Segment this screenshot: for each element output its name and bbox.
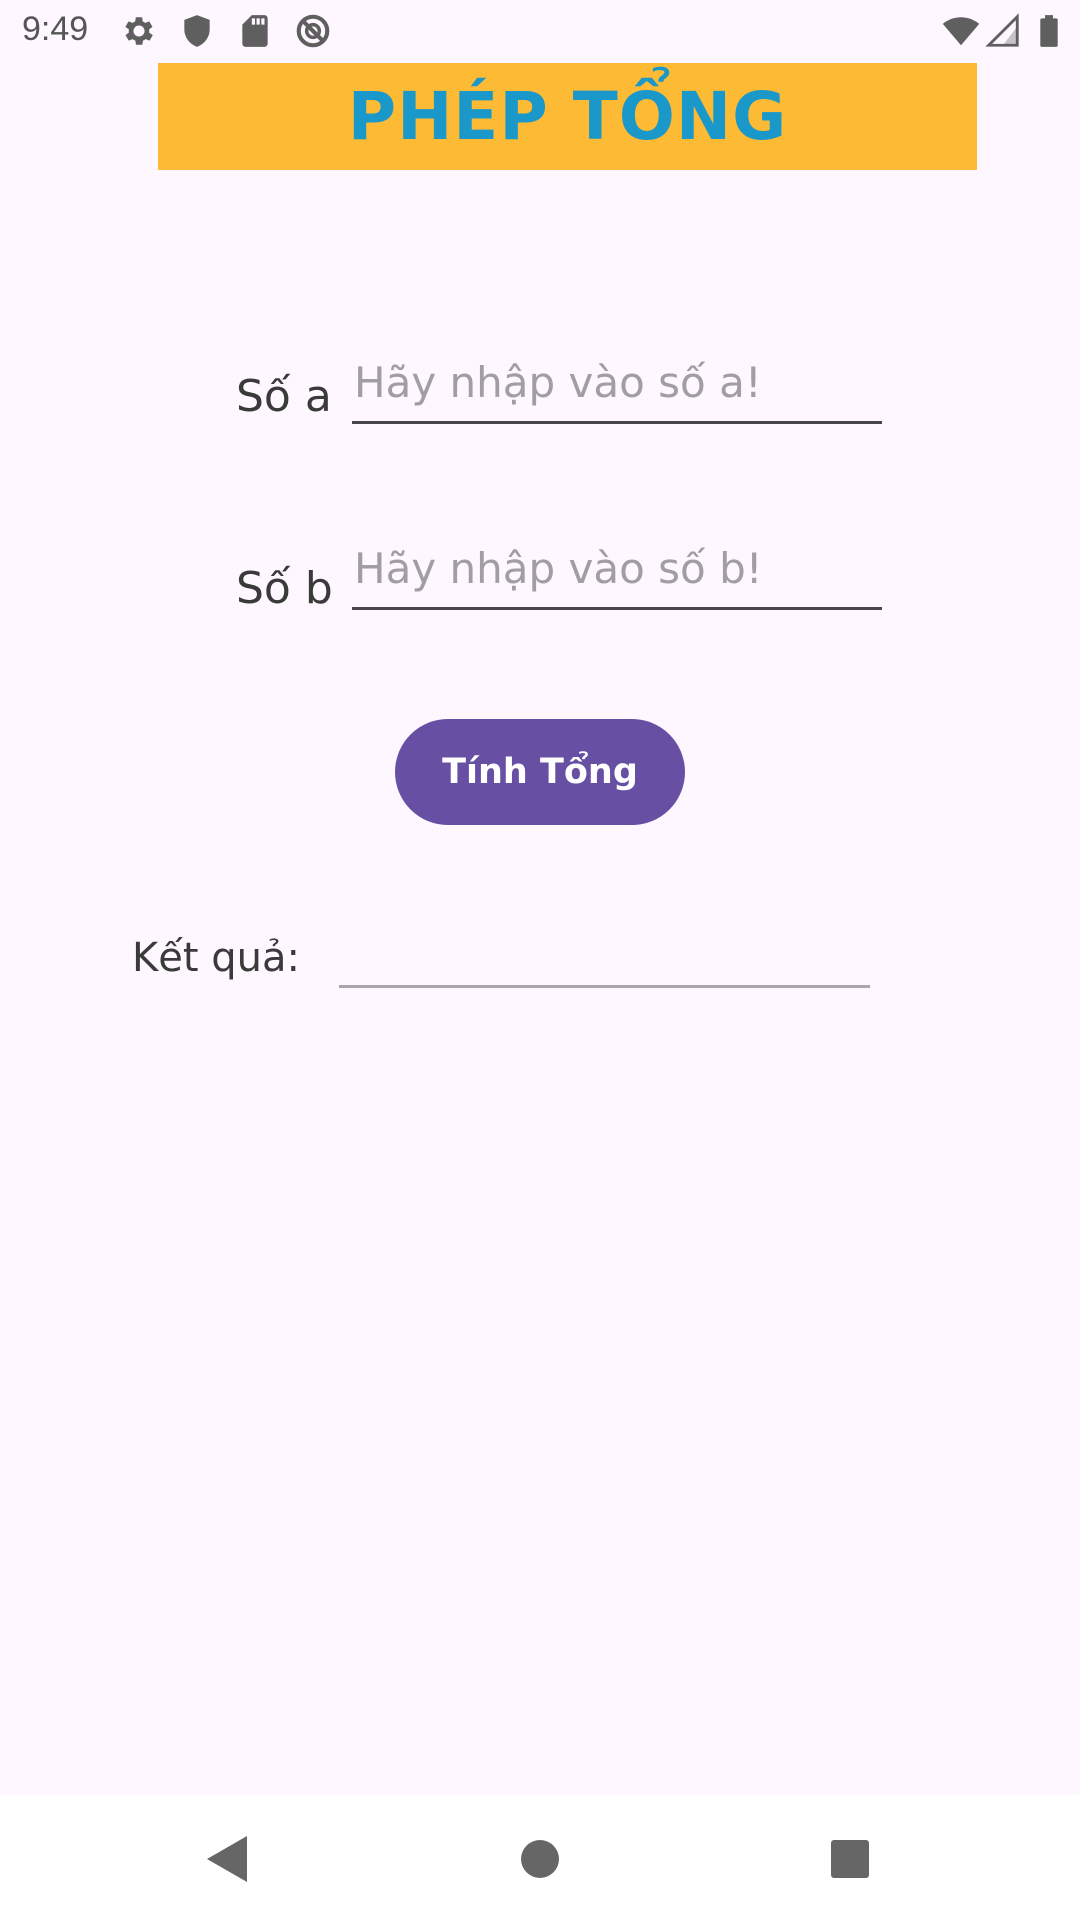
battery-icon [1040,15,1058,47]
navigation-bar [0,1795,1080,1920]
sum-button[interactable]: Tính Tổng [395,719,685,825]
field-a-label: Số a [236,371,332,422]
back-button[interactable] [194,1827,258,1891]
cellular-icon [985,13,1019,47]
field-b-input[interactable] [352,538,882,610]
shield-icon [184,15,210,47]
sd-card-icon [242,15,268,47]
field-a-input[interactable] [352,352,882,424]
title-banner: PHÉP TỔNG [158,63,977,170]
recents-icon [831,1840,869,1878]
page-title: PHÉP TỔNG [347,78,788,155]
status-bar: 9:49 [0,0,1080,62]
status-time: 9:49 [22,10,89,48]
no-sync-icon [296,14,330,48]
gear-icon [125,17,153,45]
field-b-label: Số b [236,563,333,614]
back-icon [207,1836,247,1882]
wifi-icon [942,17,980,46]
home-icon [521,1840,559,1878]
recents-button[interactable] [818,1827,882,1891]
result-field [339,985,870,988]
result-label: Kết quả: [132,935,300,981]
home-button[interactable] [508,1827,572,1891]
